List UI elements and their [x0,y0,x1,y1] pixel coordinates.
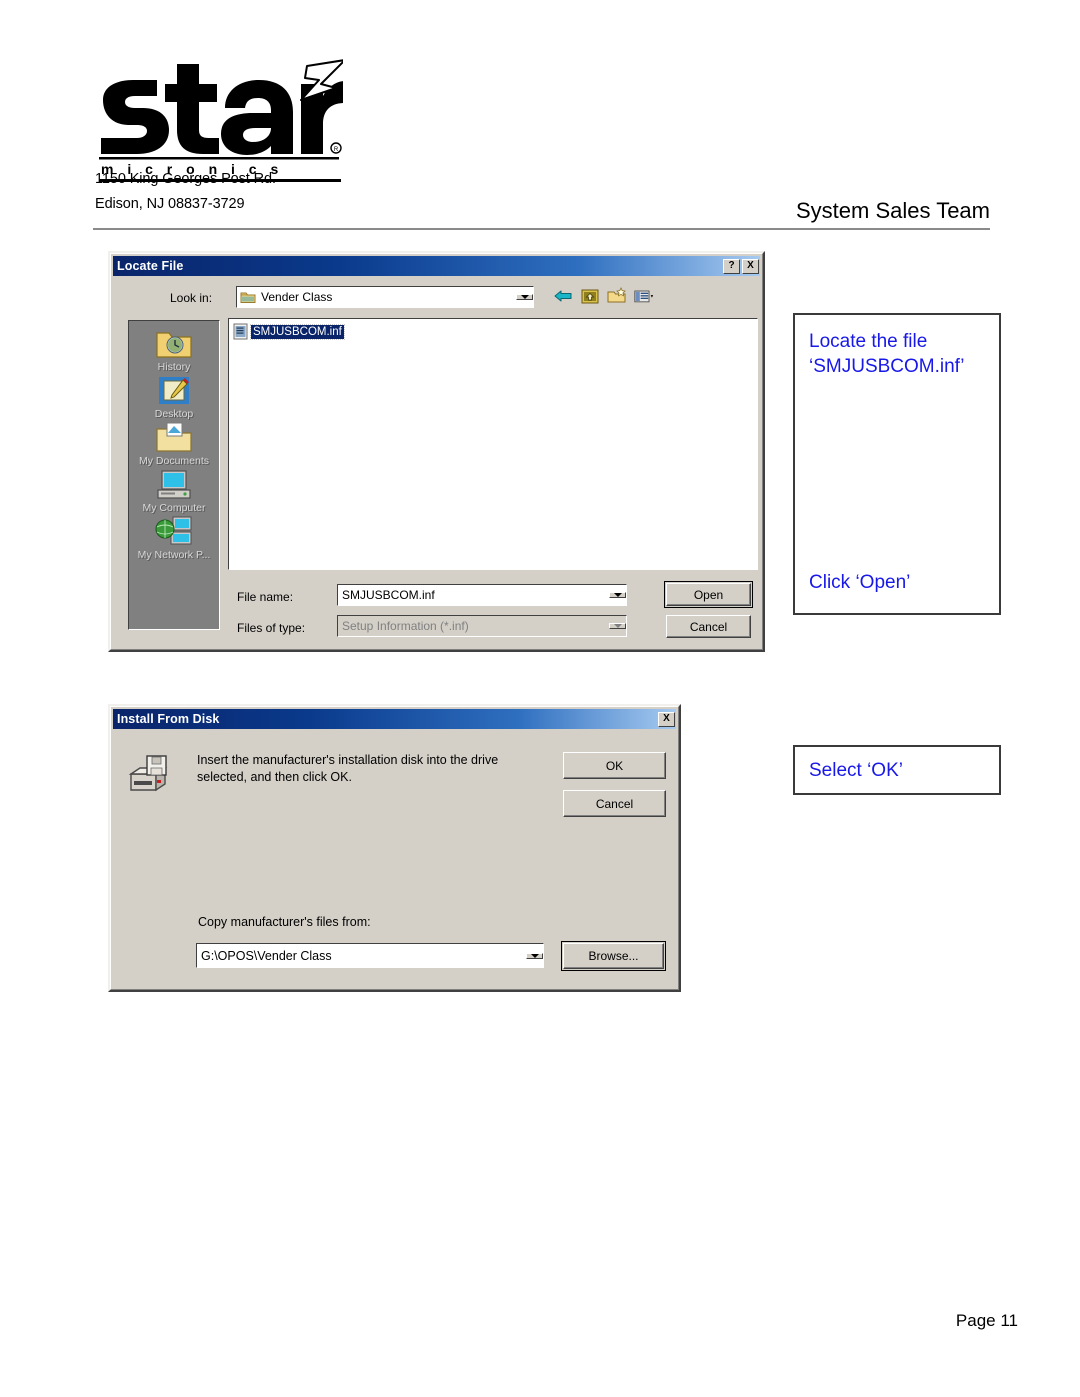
file-name-dropdown-arrow[interactable] [609,592,626,598]
close-icon[interactable]: X [658,711,675,727]
star-logo-svg: R [99,59,343,160]
inf-file-icon [233,323,248,340]
place-label: Desktop [154,408,194,420]
titlebar-button-group: ? X [723,258,760,274]
callout-box-locate-file: Locate the file ‘SMJUSBCOM.inf’ Click ‘O… [793,313,1001,615]
history-folder-icon [156,332,192,358]
look-in-value: Vender Class [237,290,516,304]
page-header: R m i c r o n i c s 1150 King Georges Po… [0,0,1080,235]
file-name-label: File name: [237,590,294,604]
views-icon[interactable] [634,287,654,305]
look-in-text: Vender Class [261,290,333,304]
install-from-disk-title: Install From Disk [117,712,220,726]
locate-file-title: Locate File [117,259,184,273]
open-button[interactable]: Open [664,581,753,608]
file-dialog-toolbar [553,287,654,305]
help-icon[interactable]: ? [723,258,740,274]
callout-box-select-ok: Select ‘OK’ [793,745,1001,795]
back-icon[interactable] [553,287,573,305]
place-item-desktop[interactable]: Desktop [129,374,219,420]
place-item-my-documents[interactable]: My Documents [129,421,219,467]
place-label: History [157,361,191,373]
file-name-combobox[interactable]: SMJUSBCOM.inf [337,584,627,606]
header-divider [93,228,990,230]
open-button-label: Open [693,587,724,602]
install-cancel-button-label: Cancel [595,796,634,811]
svg-text:R: R [334,147,339,153]
place-label: My Documents [138,455,210,467]
my-documents-icon [156,422,192,452]
browse-button[interactable]: Browse... [561,941,666,971]
copy-files-from-combobox[interactable]: G:\OPOS\Vender Class [196,943,544,968]
look-in-combobox[interactable]: Vender Class [236,286,534,308]
files-of-type-label: Files of type: [237,621,306,635]
files-of-type-value: Setup Information (*.inf) [342,619,469,633]
cancel-button[interactable]: Cancel [666,615,751,638]
floppy-drive-icon [128,755,168,792]
place-label: My Computer [142,502,206,514]
star-micronics-logo: R m i c r o n i c s [93,58,343,182]
close-icon[interactable]: X [742,258,759,274]
files-of-type-dropdown-arrow [609,623,626,629]
company-address-line-1: 1150 King Georges Post Rd. [95,171,276,187]
new-folder-icon[interactable] [607,287,627,305]
locate-file-titlebar: Locate File ? X [113,256,760,276]
look-in-dropdown-arrow[interactable] [516,294,533,300]
files-of-type-combobox: Setup Information (*.inf) [337,615,627,637]
company-address-line-2: Edison, NJ 08837-3729 [95,196,245,212]
file-list-view[interactable]: SMJUSBCOM.inf [228,318,758,570]
ok-button[interactable]: OK [563,752,666,779]
page-number: Page 11 [955,1311,1018,1330]
copy-files-from-label: Copy manufacturer's files from: [198,915,371,929]
install-cancel-button[interactable]: Cancel [563,790,666,817]
my-computer-icon [157,470,191,499]
place-item-history[interactable]: History [129,327,219,373]
up-one-level-icon[interactable] [580,287,600,305]
copy-files-from-value: G:\OPOS\Vender Class [201,948,332,963]
place-item-my-network-places[interactable]: My Network P... [129,515,219,561]
file-list-item[interactable]: SMJUSBCOM.inf [233,323,345,340]
copy-files-from-dropdown-arrow[interactable] [526,952,543,959]
callout-text-click-open: Click ‘Open’ [809,572,911,593]
callout-text-locate-file: Locate the file ‘SMJUSBCOM.inf’ [809,331,965,377]
place-item-my-computer[interactable]: My Computer [129,468,219,514]
desktop-icon [159,377,189,404]
ok-button-label: OK [605,758,624,773]
places-bar: History Desktop My Documents My Computer [128,320,220,630]
place-label: My Network P... [137,549,211,561]
cancel-button-label: Cancel [689,619,728,634]
install-from-disk-titlebar: Install From Disk X [113,709,676,729]
file-name-value: SMJUSBCOM.inf [342,588,435,602]
my-network-places-icon [155,516,192,545]
look-in-label: Look in: [170,291,213,305]
folder-icon [240,292,256,303]
callout-text-select-ok: Select ‘OK’ [809,760,903,781]
titlebar-button-group: X [658,711,676,727]
page-title: System Sales Team [795,198,990,223]
browse-button-label: Browse... [588,949,639,963]
install-from-disk-message: Insert the manufacturer's installation d… [197,753,499,784]
file-list-item-label: SMJUSBCOM.inf [250,323,345,340]
